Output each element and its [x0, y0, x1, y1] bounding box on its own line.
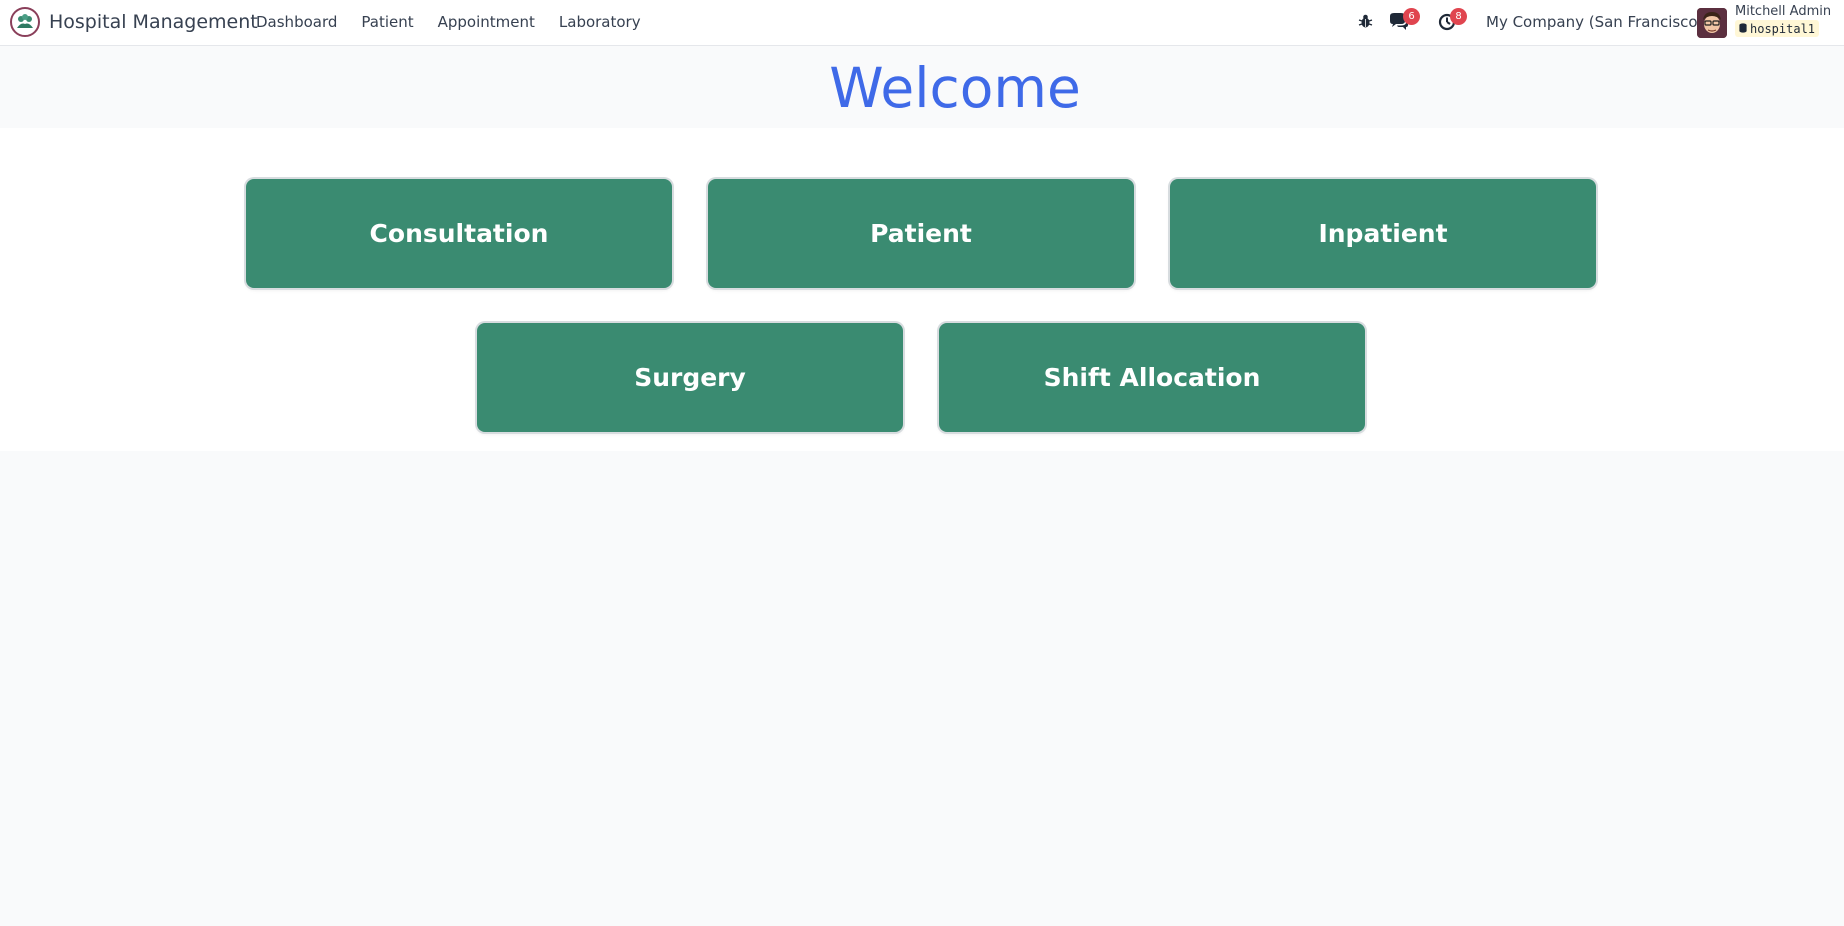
menu-item-patient[interactable]: Patient — [361, 13, 413, 31]
menu-item-appointment[interactable]: Appointment — [438, 13, 535, 31]
user-avatar[interactable] — [1697, 8, 1727, 38]
menu-item-laboratory[interactable]: Laboratory — [559, 13, 641, 31]
dashboard-tiles-area: Consultation Patient Inpatient Surgery S… — [0, 128, 1844, 451]
inpatient-tile[interactable]: Inpatient — [1170, 179, 1596, 288]
shift-allocation-tile[interactable]: Shift Allocation — [939, 323, 1365, 432]
messages-count-badge: 6 — [1403, 8, 1420, 25]
patient-tile[interactable]: Patient — [708, 179, 1134, 288]
consultation-tile[interactable]: Consultation — [246, 179, 672, 288]
company-switcher[interactable]: My Company (San Francisco) — [1486, 13, 1703, 31]
menu-item-dashboard[interactable]: Dashboard — [256, 13, 337, 31]
database-name: hospital1 — [1750, 21, 1816, 36]
database-icon — [1739, 22, 1747, 36]
main-menu: Dashboard Patient Appointment Laboratory — [256, 13, 665, 31]
top-navbar: Hospital Management Dashboard Patient Ap… — [0, 0, 1844, 46]
debug-bug-icon[interactable] — [1358, 13, 1373, 33]
activities-count-badge: 8 — [1450, 8, 1467, 25]
database-tag: hospital1 — [1735, 20, 1820, 37]
hospital-logo-icon[interactable] — [10, 7, 40, 37]
surgery-tile[interactable]: Surgery — [477, 323, 903, 432]
welcome-title: Welcome — [829, 56, 1081, 120]
user-name[interactable]: Mitchell Admin — [1735, 4, 1831, 19]
app-title[interactable]: Hospital Management — [49, 11, 258, 33]
